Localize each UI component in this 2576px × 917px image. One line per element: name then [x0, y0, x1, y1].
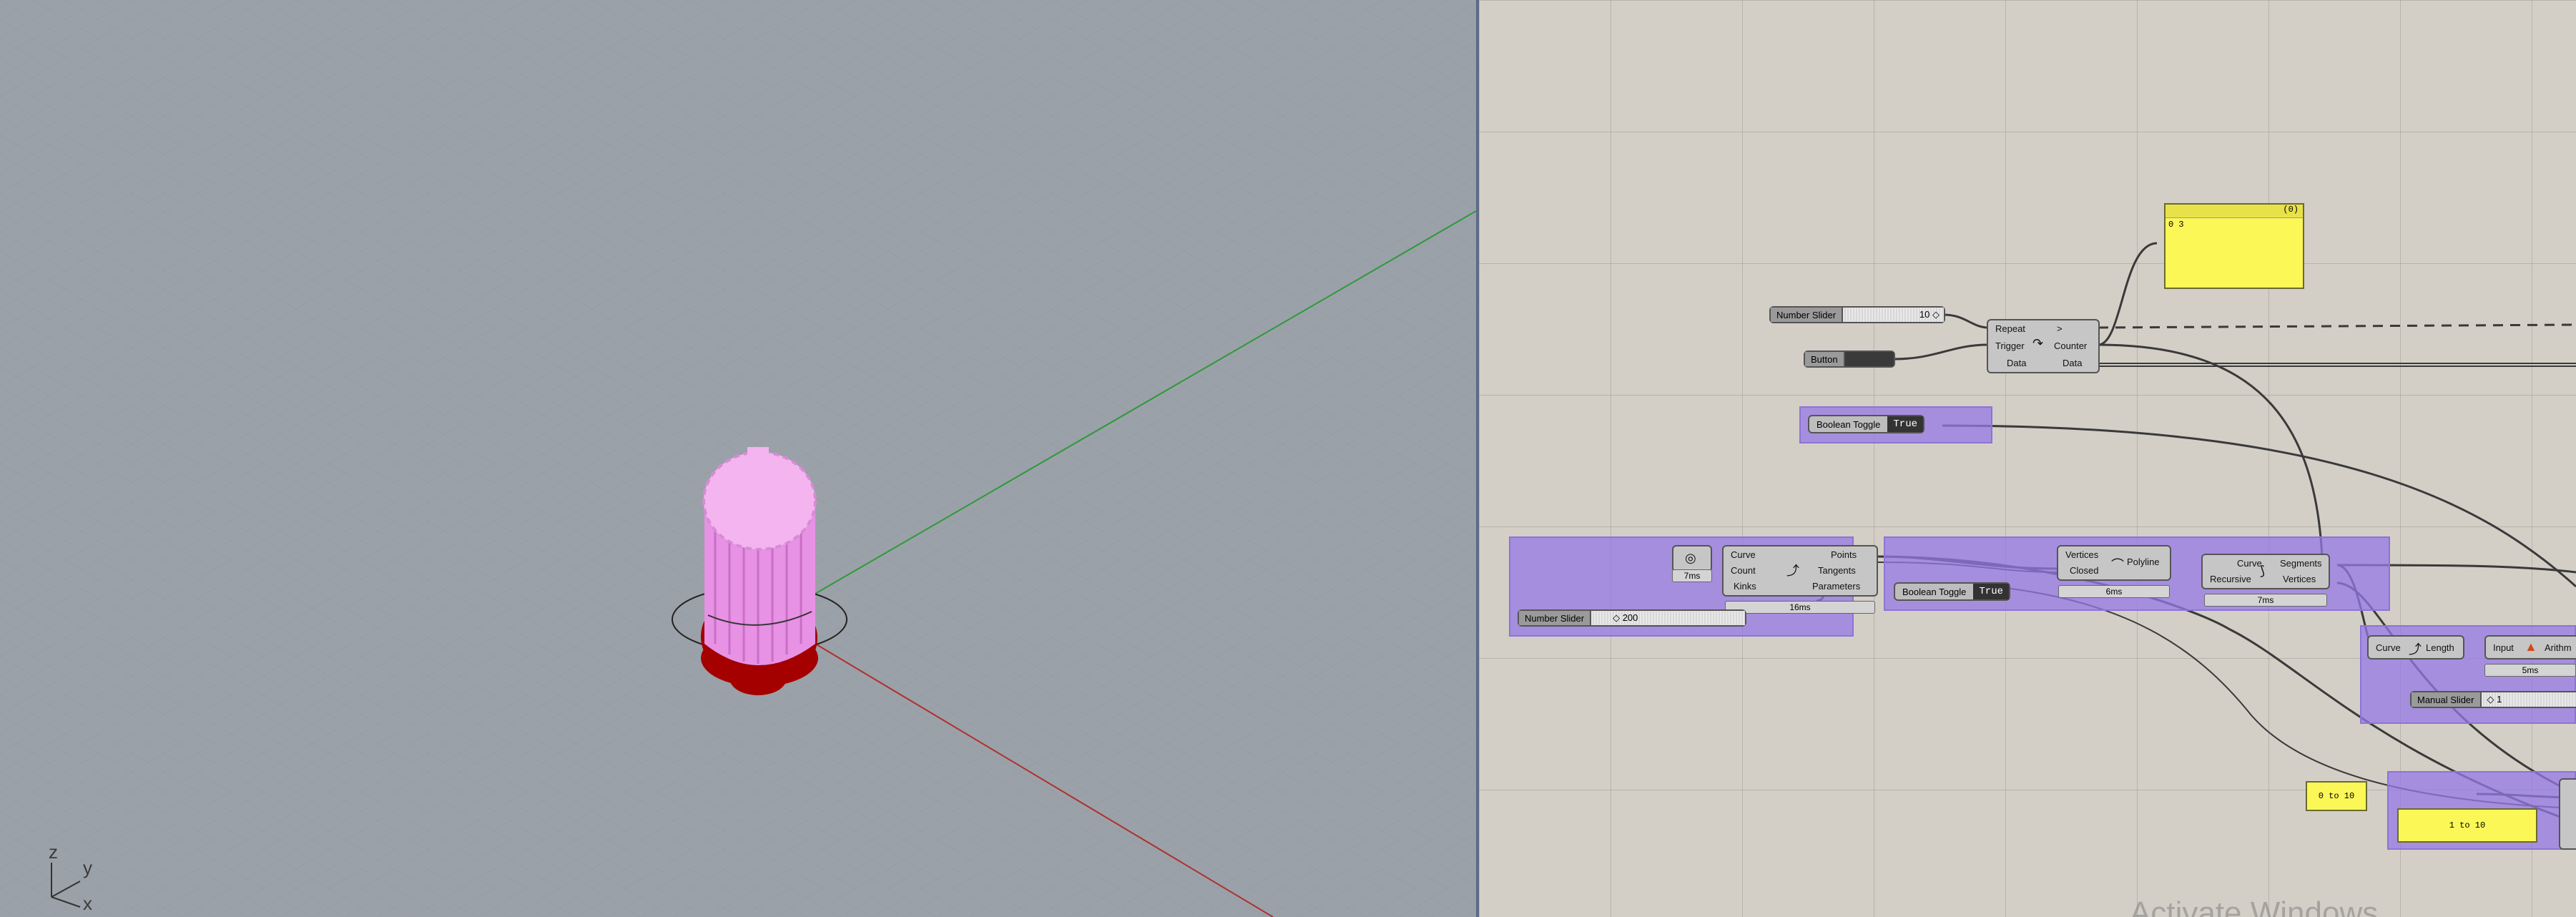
- arithmetic-component[interactable]: Input ▲ Arithm: [2484, 635, 2576, 659]
- manual-slider[interactable]: Manual Slider ◇ 1: [2410, 691, 2576, 708]
- gizmo-z-label: z: [49, 841, 58, 863]
- activation-watermark: Activate Windows: [2130, 896, 2379, 917]
- explode-timer: 7ms: [2204, 594, 2327, 607]
- gizmo-x-label: x: [83, 893, 92, 914]
- rhino-viewport[interactable]: z y x: [0, 0, 1476, 917]
- panel-row: 0 3: [2168, 220, 2184, 230]
- loop-component[interactable]: Repeat Trigger Data ↷ > Counter Data: [1987, 319, 2100, 373]
- gizmo-y-label: y: [83, 857, 92, 878]
- divide-icon: ⤴: [1786, 564, 1799, 578]
- circle-timer: 7ms: [1672, 569, 1712, 582]
- x-axis-line: [815, 643, 1274, 917]
- toggle-value[interactable]: True: [1973, 584, 2010, 599]
- input-kinks[interactable]: Kinks: [1734, 581, 1756, 592]
- panel-range-b[interactable]: 1 to 10: [2397, 808, 2537, 843]
- toggle-label: Boolean Toggle: [1817, 418, 1881, 430]
- slider-value[interactable]: ◇ 200: [1591, 611, 1745, 625]
- panel-header: (0): [2165, 205, 2303, 218]
- boolean-toggle-closed[interactable]: Boolean Toggle True: [1894, 582, 2011, 601]
- boolean-toggle-top[interactable]: Boolean Toggle True: [1808, 415, 1925, 433]
- divide-timer: 16ms: [1725, 601, 1875, 614]
- slider-value[interactable]: ◇ 1: [2481, 692, 2576, 707]
- input-repeat[interactable]: Repeat: [1995, 323, 2025, 334]
- output-counter[interactable]: Counter: [2054, 340, 2087, 351]
- input-vertices[interactable]: Vertices: [2065, 549, 2098, 560]
- input-trigger[interactable]: Trigger: [1995, 340, 2025, 351]
- length-icon: ⤴: [2409, 642, 2422, 657]
- length-component[interactable]: Curve ⤴ Length: [2367, 635, 2464, 659]
- output-tangents[interactable]: Tangents: [1818, 565, 1856, 576]
- toggle-label: Boolean Toggle: [1902, 586, 1967, 597]
- axis-gizmo: [51, 863, 81, 908]
- y-axis-line: [815, 210, 1476, 594]
- number-slider-repeat[interactable]: Number Slider 10 ◇: [1769, 306, 1945, 323]
- slider-label: Manual Slider: [2412, 692, 2482, 707]
- output-parameters[interactable]: Parameters: [1812, 581, 1860, 592]
- button-component[interactable]: Button: [1804, 350, 1895, 368]
- output-vertices[interactable]: Vertices: [2283, 574, 2316, 584]
- input-curve[interactable]: Curve: [2237, 558, 2262, 569]
- output-arithm[interactable]: Arithm: [2545, 642, 2572, 653]
- circle-icon: ◎: [1685, 551, 1696, 565]
- toggle-value[interactable]: True: [1887, 416, 1924, 432]
- input-curve[interactable]: Curve: [1731, 549, 1756, 560]
- pink-tower: [702, 447, 817, 665]
- output-segments[interactable]: Segments: [2280, 558, 2322, 569]
- arith-timer: 5ms: [2484, 664, 2576, 677]
- divide-curve-component[interactable]: Curve Count Kinks ⤴ Points Tangents Para…: [1722, 545, 1878, 597]
- polyline-component[interactable]: Vertices Closed ⌒ Polyline: [2057, 545, 2171, 581]
- polyline-icon: ⌒: [2111, 558, 2124, 572]
- input-input[interactable]: Input: [2493, 642, 2514, 653]
- number-slider-count[interactable]: Number Slider ◇ 200: [1518, 609, 1746, 627]
- explode-component[interactable]: Curve Recursive ⟆ Segments Vertices: [2201, 554, 2330, 589]
- button-face[interactable]: [1844, 352, 1894, 366]
- circle-component[interactable]: ◎: [1672, 545, 1712, 572]
- output-length[interactable]: Length: [2426, 642, 2454, 653]
- output-data[interactable]: Data: [2063, 358, 2082, 368]
- explode-icon: ⟆: [2260, 564, 2266, 578]
- input-count[interactable]: Count: [1731, 565, 1756, 576]
- output-points[interactable]: Points: [1831, 549, 1857, 560]
- output-polyline[interactable]: Polyline: [2127, 556, 2160, 567]
- slider-label: Number Slider: [1519, 611, 1592, 625]
- input-recursive[interactable]: Recursive: [2210, 574, 2251, 584]
- grasshopper-canvas[interactable]: (0) 0 3 Number Slider 10 ◇ Button Repeat…: [1479, 0, 2576, 917]
- arithmetic-icon: ▲: [2525, 639, 2537, 654]
- polyline-timer: 6ms: [2058, 585, 2170, 598]
- input-closed[interactable]: Closed: [2070, 565, 2098, 576]
- loop-arrow-icon: ↷: [2032, 336, 2044, 350]
- input-data[interactable]: Data: [2007, 358, 2026, 368]
- button-label: Button: [1805, 352, 1845, 366]
- slider-value[interactable]: 10 ◇: [1843, 308, 1944, 322]
- series-component-partial[interactable]: [2559, 778, 2576, 850]
- panel-output[interactable]: (0) 0 3: [2164, 203, 2304, 289]
- input-curve[interactable]: Curve: [2376, 642, 2401, 653]
- output-next[interactable]: >: [2057, 323, 2063, 334]
- viewport-scene: [51, 210, 1476, 917]
- panel-range-a[interactable]: 0 to 10: [2306, 781, 2367, 811]
- slider-label: Number Slider: [1771, 308, 1844, 322]
